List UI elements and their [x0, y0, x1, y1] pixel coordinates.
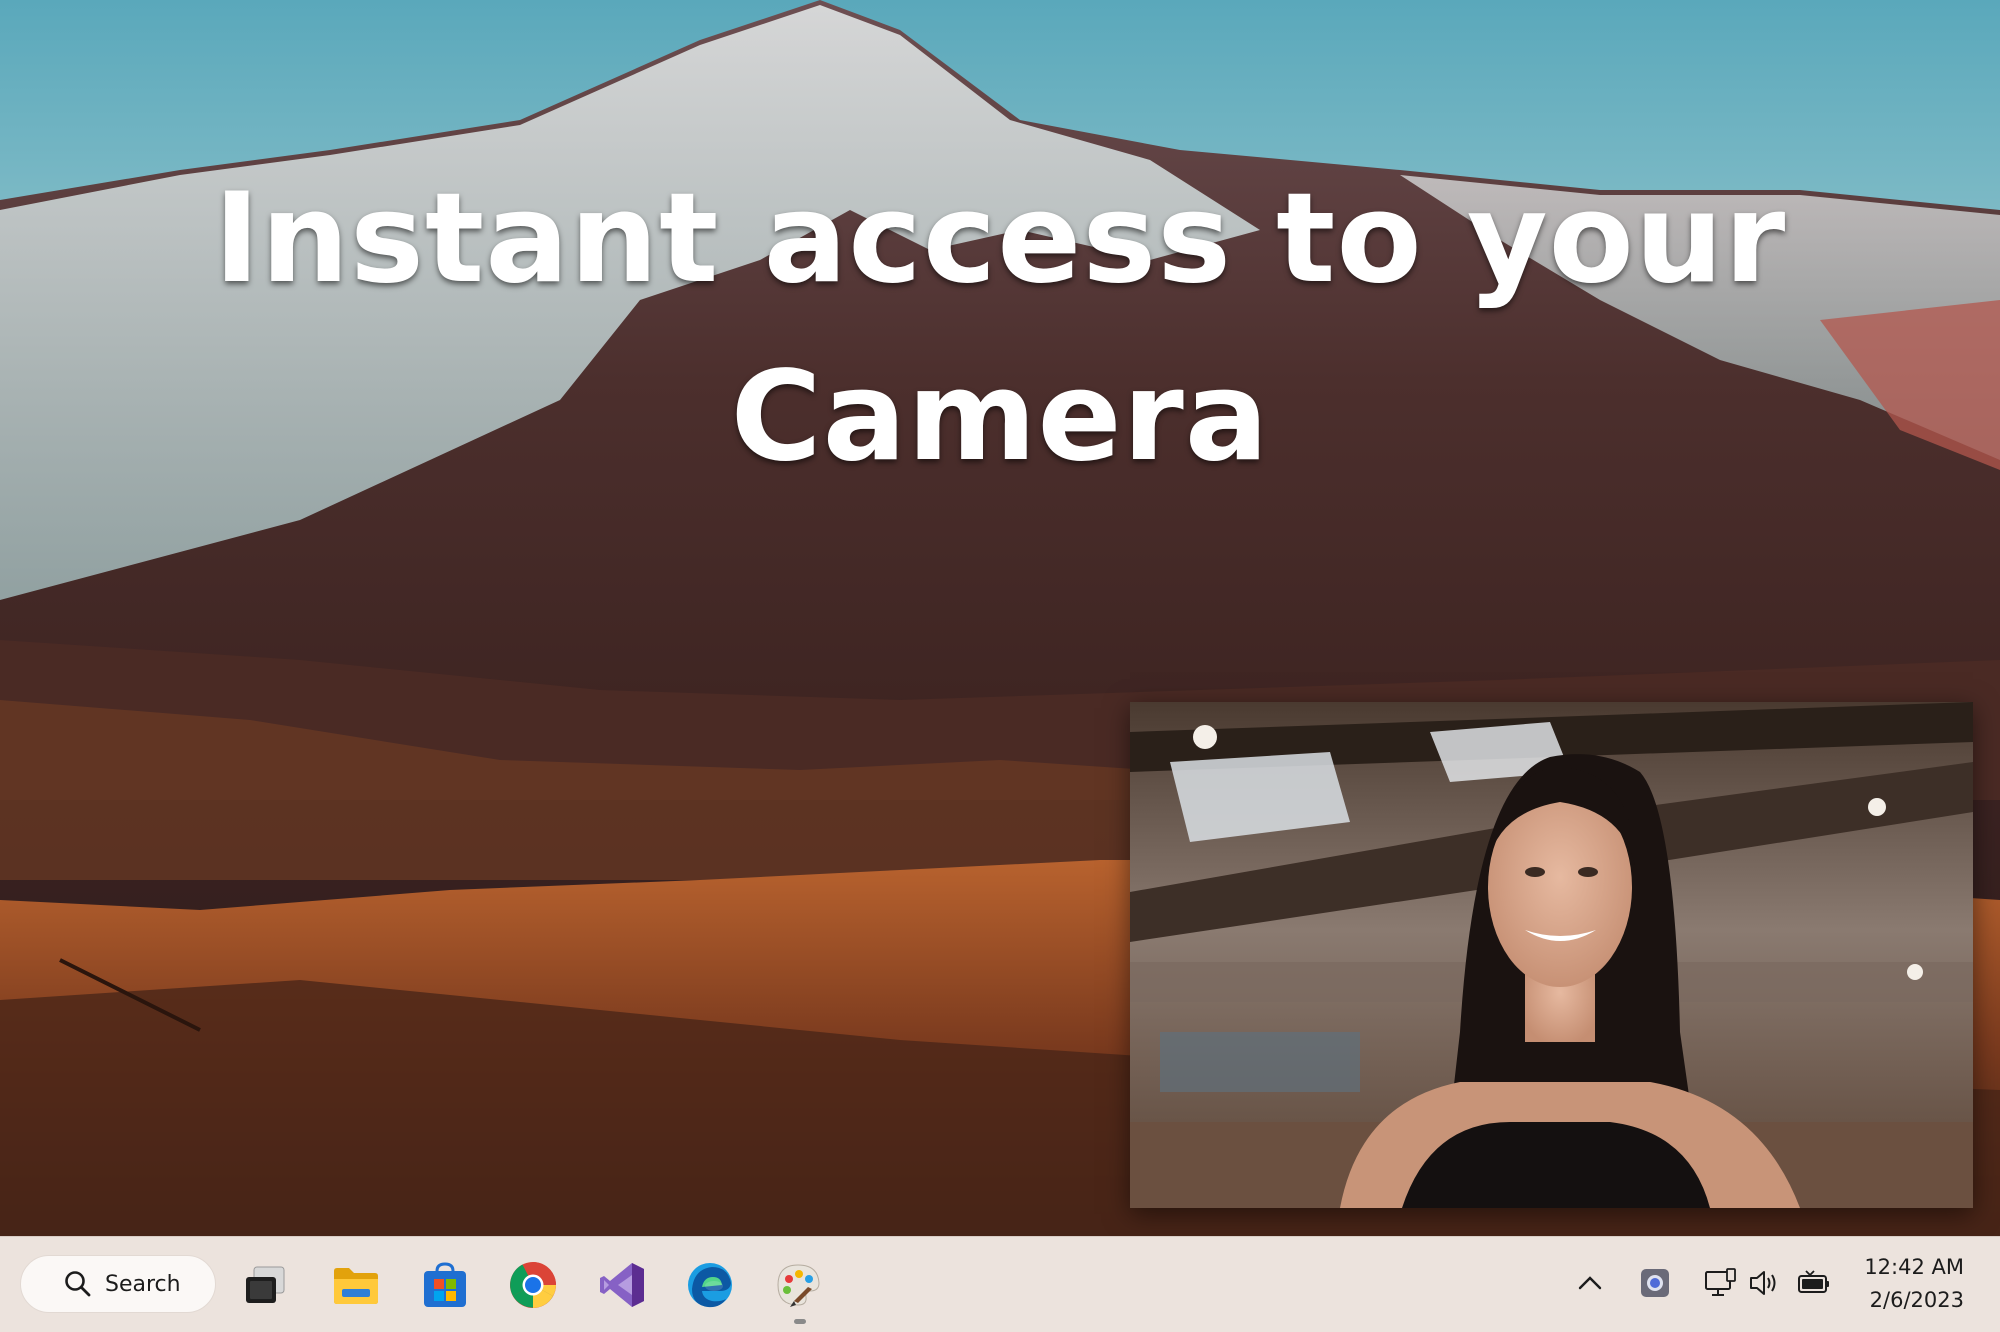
taskbar-search-box[interactable]: Search [20, 1255, 216, 1313]
camera-preview-window[interactable] [1130, 702, 1973, 1208]
show-hidden-icons-button[interactable] [1568, 1261, 1612, 1305]
paint-button[interactable] [768, 1255, 828, 1315]
network-tray-button[interactable] [1698, 1261, 1742, 1305]
chrome-button[interactable] [503, 1255, 563, 1315]
battery-icon [1798, 1270, 1829, 1293]
paint-icon [777, 1264, 820, 1307]
visual-studio-icon [600, 1263, 644, 1307]
volume-icon [1750, 1271, 1776, 1295]
chevron-up-icon [1578, 1276, 1602, 1290]
desktop-wallpaper: Instant access to your Camera [0, 0, 2000, 1236]
visual-studio-button[interactable] [592, 1255, 652, 1315]
battery-tray-button[interactable] [1792, 1261, 1836, 1305]
camera-app-tray-button[interactable] [1633, 1261, 1677, 1305]
system-clock[interactable]: 12:42 AM 2/6/2023 [1844, 1251, 1964, 1317]
camera-app-icon [1641, 1269, 1669, 1297]
edge-icon [688, 1263, 732, 1308]
active-app-indicator [794, 1319, 806, 1324]
task-view-icon [246, 1266, 285, 1303]
search-label: Search [105, 1271, 181, 1297]
search-icon [63, 1269, 93, 1299]
chrome-icon [510, 1262, 556, 1308]
headline-line-2: Camera [730, 345, 1270, 489]
file-explorer-button[interactable] [326, 1255, 386, 1315]
clock-time: 12:42 AM [1864, 1255, 1964, 1279]
webcam-preview-image [1130, 702, 1973, 1208]
volume-tray-button[interactable] [1742, 1261, 1786, 1305]
microsoft-store-button[interactable] [415, 1255, 475, 1315]
network-icon [1705, 1268, 1736, 1296]
clock-date: 2/6/2023 [1869, 1288, 1964, 1312]
file-explorer-icon [334, 1268, 378, 1304]
taskbar: Search 12:42 AM 2/6/2023 [0, 1236, 2000, 1332]
promo-headline: Instant access to your Camera [0, 150, 2000, 506]
edge-button[interactable] [680, 1255, 740, 1315]
microsoft-store-icon [424, 1262, 466, 1307]
task-view-button[interactable] [236, 1255, 296, 1315]
headline-line-1: Instant access to your [213, 167, 1787, 311]
